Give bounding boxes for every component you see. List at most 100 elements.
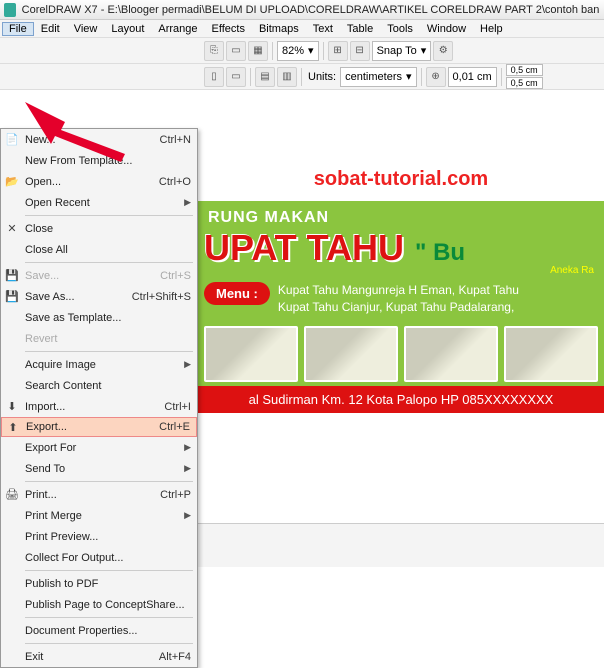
submenu-arrow-icon: ▶ — [184, 463, 191, 474]
submenu-arrow-icon: ▶ — [184, 359, 191, 370]
page-button[interactable]: ▥ — [277, 67, 297, 87]
menu-item-open[interactable]: 📂 Open...Ctrl+O — [1, 171, 197, 192]
menu-item-shortcut: Ctrl+N — [160, 134, 191, 146]
property-bar: ▯ ▭ ▤ ▥ Units: centimeters▾ ⊕ 0,01 cm 0,… — [0, 64, 604, 90]
menu-effects[interactable]: Effects — [205, 22, 252, 36]
orientation-landscape[interactable]: ▭ — [226, 67, 246, 87]
menu-item-label: Exit — [25, 651, 159, 663]
menu-item-label: Save... — [25, 270, 160, 282]
menu-item-publish-page-to-conceptshare[interactable]: Publish Page to ConceptShare... — [1, 594, 197, 615]
zoom-combo[interactable]: 82%▾ — [277, 41, 319, 61]
menu-item-label: Export For — [25, 442, 184, 454]
menu-text: Kupat Tahu Mangunreja H Eman, Kupat Tahu… — [278, 282, 519, 316]
food-photo — [404, 326, 498, 382]
menu-view[interactable]: View — [67, 22, 105, 36]
menu-item-search-content[interactable]: Search Content — [1, 375, 197, 396]
submenu-arrow-icon: ▶ — [184, 197, 191, 208]
menu-item-save-as[interactable]: 💾Save As...Ctrl+Shift+S — [1, 286, 197, 307]
menu-item-icon — [3, 195, 21, 211]
menu-item-save: 💾Save...Ctrl+S — [1, 265, 197, 286]
watermark-text: sobat-tutorial.com — [198, 150, 604, 201]
menu-item-label: Publish Page to ConceptShare... — [25, 599, 191, 611]
menu-item-icon — [3, 153, 21, 169]
menu-item-label: Open... — [25, 176, 159, 188]
page-button[interactable]: ▤ — [255, 67, 275, 87]
menu-item-send-to[interactable]: Send To▶ — [1, 458, 197, 479]
menu-bar: FileEditViewLayoutArrangeEffectsBitmapsT… — [0, 20, 604, 38]
menu-item-icon — [3, 461, 21, 477]
toolbar-button[interactable]: ▦ — [248, 41, 268, 61]
menu-item-print-preview[interactable]: Print Preview... — [1, 526, 197, 547]
menu-item-label: Search Content — [25, 380, 191, 392]
menu-arrange[interactable]: Arrange — [151, 22, 204, 36]
menu-item-label: Print Merge — [25, 510, 184, 522]
banner-photos — [198, 322, 604, 386]
menu-item-icon — [3, 550, 21, 566]
toolbar-button[interactable]: ⎘ — [204, 41, 224, 61]
annotation-arrow — [25, 102, 125, 165]
menu-layout[interactable]: Layout — [104, 22, 151, 36]
snap-combo[interactable]: Snap To▾ — [372, 41, 432, 61]
menu-table[interactable]: Table — [340, 22, 380, 36]
menu-item-label: Export... — [26, 421, 159, 433]
menu-item-close[interactable]: ✕ Close — [1, 218, 197, 239]
menu-item-close-all[interactable]: Close All — [1, 239, 197, 260]
menu-item-shortcut: Ctrl+O — [159, 176, 191, 188]
menu-item-icon: 📄 — [3, 132, 21, 148]
menu-item-label: Close — [25, 223, 191, 235]
menu-item-export[interactable]: ⬆ Export...Ctrl+E — [1, 417, 197, 437]
food-photo — [504, 326, 598, 382]
menu-item-icon — [3, 357, 21, 373]
menu-item-export-for[interactable]: Export For▶ — [1, 437, 197, 458]
menu-item-icon — [3, 597, 21, 613]
menu-item-acquire-image[interactable]: Acquire Image▶ — [1, 354, 197, 375]
menu-item-icon: 📂 — [3, 174, 21, 190]
menu-item-label: Acquire Image — [25, 359, 184, 371]
menu-edit[interactable]: Edit — [34, 22, 67, 36]
menu-item-label: Publish to PDF — [25, 578, 191, 590]
submenu-arrow-icon: ▶ — [184, 442, 191, 453]
menu-item-label: Print... — [25, 489, 160, 501]
menu-item-document-properties[interactable]: Document Properties... — [1, 620, 197, 641]
menu-bitmaps[interactable]: Bitmaps — [252, 22, 306, 36]
menu-item-save-as-template[interactable]: Save as Template... — [1, 307, 197, 328]
orientation-portrait[interactable]: ▯ — [204, 67, 224, 87]
menu-item-open-recent[interactable]: Open Recent▶ — [1, 192, 197, 213]
menu-item-label: Document Properties... — [25, 625, 191, 637]
menu-item-icon: ⬆ — [4, 419, 22, 435]
menu-item-icon — [3, 378, 21, 394]
menu-text[interactable]: Text — [306, 22, 340, 36]
toolbar-button[interactable]: ⊟ — [350, 41, 370, 61]
menu-item-shortcut: Ctrl+I — [164, 401, 191, 413]
toolbar-button[interactable]: ⊞ — [328, 41, 348, 61]
menu-item-icon — [3, 440, 21, 456]
menu-item-label: Save as Template... — [25, 312, 191, 324]
menu-item-collect-for-output[interactable]: Collect For Output... — [1, 547, 197, 568]
dup-x[interactable]: 0,5 cm — [506, 64, 543, 76]
banner-header: rung Makan — [198, 209, 604, 227]
menu-tools[interactable]: Tools — [380, 22, 420, 36]
document-canvas[interactable]: sobat-tutorial.com rung Makan UPAT TAHU … — [198, 150, 604, 413]
menu-file[interactable]: File — [2, 22, 34, 36]
options-button[interactable]: ⚙ — [433, 41, 453, 61]
menu-item-icon: ✕ — [3, 221, 21, 237]
units-label: Units: — [306, 71, 338, 83]
nudge-icon: ⊕ — [426, 67, 446, 87]
menu-help[interactable]: Help — [473, 22, 510, 36]
menu-item-publish-to-pdf[interactable]: Publish to PDF — [1, 573, 197, 594]
menu-item-import[interactable]: ⬇Import...Ctrl+I — [1, 396, 197, 417]
menu-item-print[interactable]: 🖨Print...Ctrl+P — [1, 484, 197, 505]
dup-y[interactable]: 0,5 cm — [506, 77, 543, 89]
nudge-input[interactable]: 0,01 cm — [448, 67, 497, 87]
menu-item-icon — [3, 576, 21, 592]
menu-item-icon — [3, 242, 21, 258]
menu-item-icon — [3, 331, 21, 347]
menu-item-label: Collect For Output... — [25, 552, 191, 564]
menu-item-print-merge[interactable]: Print Merge▶ — [1, 505, 197, 526]
menu-item-exit[interactable]: ExitAlt+F4 — [1, 646, 197, 667]
food-photo — [204, 326, 298, 382]
toolbar-button[interactable]: ▭ — [226, 41, 246, 61]
menu-item-shortcut: Ctrl+E — [159, 421, 190, 433]
units-combo[interactable]: centimeters▾ — [340, 67, 416, 87]
menu-window[interactable]: Window — [420, 22, 473, 36]
